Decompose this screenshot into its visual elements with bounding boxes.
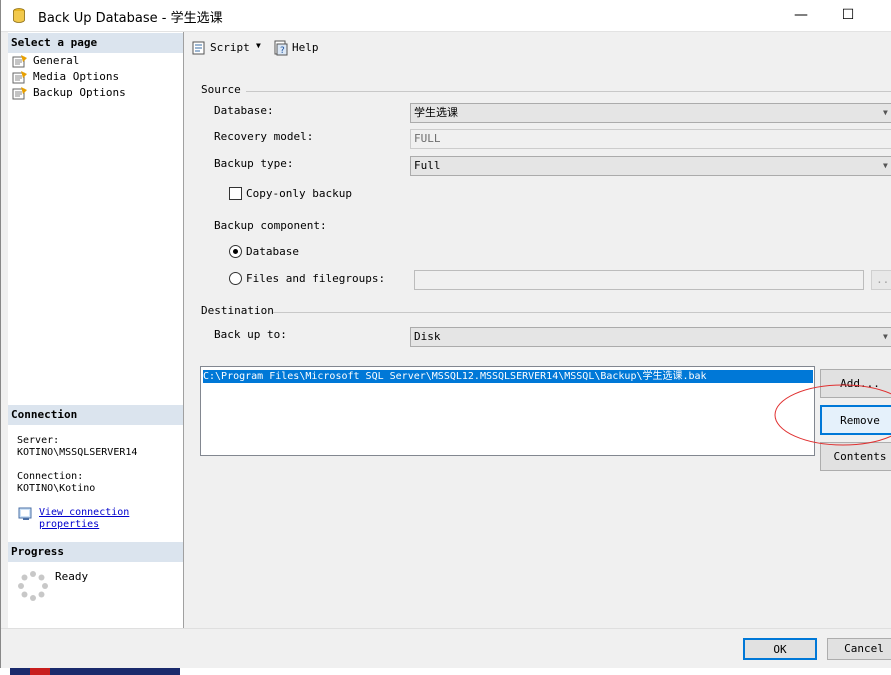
progress-status: Ready (55, 570, 89, 583)
page-item-media-options[interactable]: Media Options (12, 69, 119, 85)
toolbar: Script ▼ ? Help (184, 32, 891, 64)
database-label: Database: (214, 104, 274, 117)
back-up-to-value: Disk (414, 330, 441, 343)
annotation-circle (774, 384, 891, 446)
backup-type-value: Full (414, 159, 441, 172)
title-bar: Back Up Database - 学生选课 — ☐ (1, 0, 891, 32)
ok-label: OK (773, 643, 787, 656)
progress-header: Progress (8, 542, 183, 562)
connection-header: Connection (8, 405, 183, 425)
browse-files-button[interactable]: ... (871, 270, 891, 290)
browse-label: ... (876, 273, 891, 286)
source-group-divider (246, 91, 891, 92)
chevron-down-icon: ▼ (883, 161, 888, 170)
chevron-down-icon: ▼ (883, 108, 888, 117)
minimize-button[interactable]: — (778, 0, 824, 31)
page-item-general[interactable]: General (12, 53, 79, 69)
view-connection-properties-link-line2[interactable]: properties (39, 519, 99, 531)
database-icon (13, 8, 25, 23)
component-database-label: Database (246, 245, 299, 258)
backup-component-label: Backup component: (214, 219, 327, 232)
files-filegroups-field (414, 270, 864, 290)
chevron-down-icon: ▼ (883, 332, 888, 341)
script-dropdown-chevron-icon[interactable]: ▼ (256, 41, 266, 51)
script-icon (192, 41, 205, 55)
component-files-radio[interactable] (229, 272, 242, 285)
database-select[interactable]: 学生选课 ▼ (410, 103, 891, 123)
page-item-label: Backup Options (33, 86, 126, 99)
server-label: Server: (17, 435, 60, 446)
script-label: Script (210, 41, 250, 54)
contents-label: Contents (833, 450, 887, 463)
maximize-button[interactable]: ☐ (825, 0, 871, 31)
back-up-to-label: Back up to: (214, 328, 287, 341)
desktop-background (0, 668, 891, 675)
window-title: Back Up Database - 学生选课 (38, 11, 223, 26)
connection-value: KOTINO\Kotino (17, 483, 96, 494)
destination-list[interactable]: C:\Program Files\Microsoft SQL Server\MS… (200, 366, 815, 456)
page-icon (12, 87, 27, 100)
backup-dialog-window: Back Up Database - 学生选课 — ☐ Select a pag… (0, 0, 891, 669)
help-label: Help (292, 41, 319, 54)
page-icon (12, 55, 27, 68)
connection-label: Connection: (17, 471, 84, 482)
dialog-button-bar: OK Cancel (1, 628, 891, 669)
page-icon (12, 71, 27, 84)
page-item-label: General (33, 54, 80, 67)
connection-properties-icon (18, 507, 32, 520)
source-group-label: Source (201, 83, 241, 96)
left-panel: Select a page General Media Options Back… (8, 32, 184, 628)
svg-text:?: ? (280, 46, 285, 56)
copy-only-checkbox[interactable] (229, 187, 242, 200)
recovery-model-label: Recovery model: (214, 130, 314, 143)
back-up-to-select[interactable]: Disk ▼ (410, 327, 891, 347)
destination-group-label: Destination (201, 304, 274, 317)
backup-type-select[interactable]: Full ▼ (410, 156, 891, 176)
component-files-label: Files and filegroups: (246, 272, 386, 285)
cancel-label: Cancel (844, 642, 884, 655)
select-page-header: Select a page (8, 33, 183, 53)
progress-spinner-icon (18, 571, 48, 601)
cancel-button[interactable]: Cancel (827, 638, 891, 660)
view-connection-properties-link[interactable]: View connection (39, 507, 129, 519)
component-database-radio[interactable] (229, 245, 242, 258)
recovery-model-field: FULL (410, 129, 891, 149)
page-item-label: Media Options (33, 70, 120, 83)
server-value: KOTINO\MSSQLSERVER14 (17, 447, 138, 458)
desktop-flag-red (30, 668, 50, 675)
backup-type-label: Backup type: (214, 157, 294, 170)
ok-button[interactable]: OK (743, 638, 817, 660)
recovery-model-value: FULL (414, 132, 441, 145)
minimize-icon: — (794, 7, 808, 23)
destination-list-item[interactable]: C:\Program Files\Microsoft SQL Server\MS… (203, 370, 813, 383)
destination-group-divider (273, 312, 891, 313)
copy-only-label: Copy-only backup (246, 187, 352, 200)
maximize-icon: ☐ (841, 7, 855, 23)
help-icon: ? (274, 40, 288, 56)
database-value: 学生选课 (414, 106, 458, 119)
page-item-backup-options[interactable]: Backup Options (12, 85, 126, 101)
